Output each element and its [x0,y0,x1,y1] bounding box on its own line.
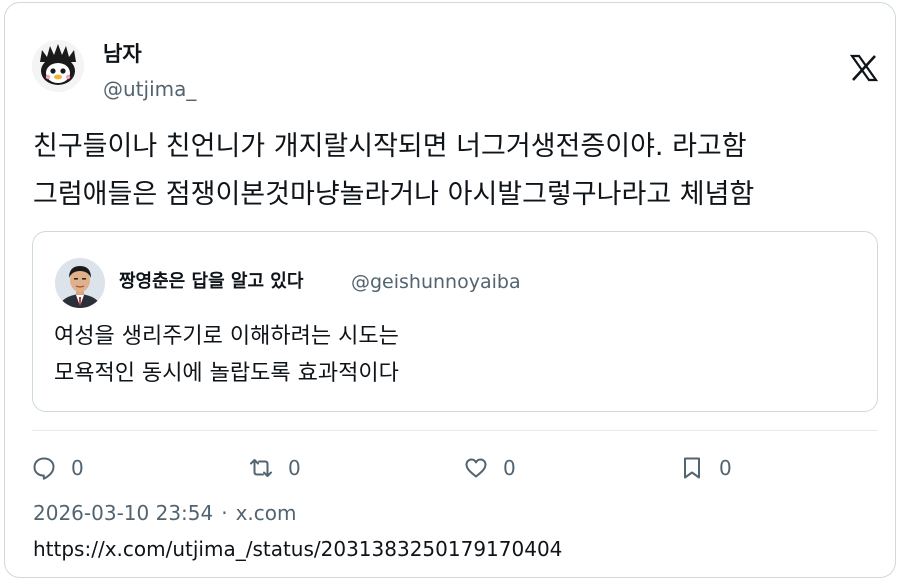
actions-divider [32,430,878,431]
x-logo-icon[interactable] [849,53,879,83]
quoted-author-avatar[interactable] [55,258,105,308]
bookmark-button[interactable]: 0 [679,453,732,483]
meta-separator: · [221,501,228,525]
tweet-text: 친구들이나 친언니가 개지랄시작되면 너그거생전증이야. 라고함 그럼애들은 점… [33,131,755,210]
retweet-count: 0 [288,456,301,480]
quoted-tweet[interactable]: 짱영춘은 답을 알고 있다 @geishunnoyaiba 여성을 생리주기로 … [32,231,878,412]
tweet-meta: 2026-03-10 23:54 · x.com [33,501,297,525]
retweet-button[interactable]: 0 [248,453,301,483]
tweet-source[interactable]: x.com [236,501,297,525]
tweet-card: 남자 @utjima_ 친구들이나 친언니가 개지랄시작되면 너그거생전증이야.… [4,2,896,578]
quoted-tweet-text: 여성을 생리주기로 이해하려는 시도는 모욕적인 동시에 놀랍도록 효과적이다 [54,324,399,386]
retweet-icon [250,459,272,477]
reply-icon [33,457,55,480]
like-button[interactable]: 0 [463,453,516,483]
bookmark-icon [684,457,700,479]
like-count: 0 [503,456,516,480]
quoted-avatar-image [55,258,105,308]
quoted-author-name[interactable]: 짱영춘은 답을 알고 있다 [119,270,303,294]
heart-icon [465,458,487,478]
bookmark-count: 0 [719,456,732,480]
tweet-timestamp[interactable]: 2026-03-10 23:54 [33,501,213,525]
author-handle[interactable]: @utjima_ [103,77,196,101]
author-avatar-image [32,40,84,92]
reply-button[interactable]: 0 [31,453,84,483]
author-avatar[interactable] [32,40,84,92]
reply-count: 0 [71,456,84,480]
author-name[interactable]: 남자 [103,41,142,67]
status-url-link[interactable]: https://x.com/utjima_/status/20313832501… [33,537,562,561]
quoted-author-handle[interactable]: @geishunnoyaiba [351,270,521,294]
